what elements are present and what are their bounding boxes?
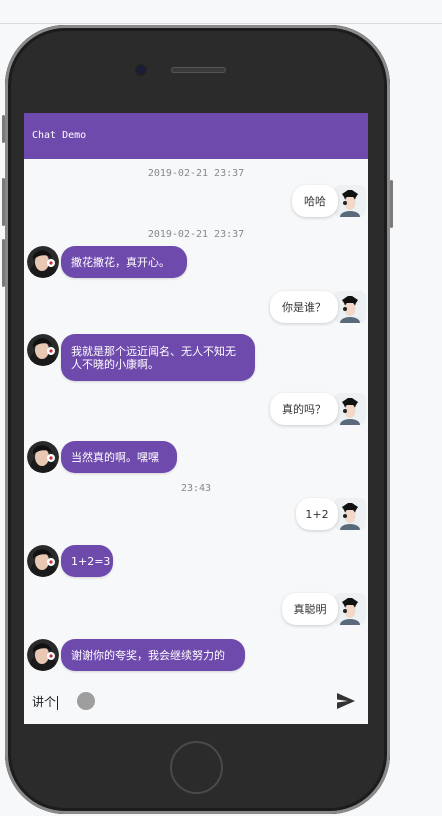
received-message-bubble[interactable]: 当然真的啊。嘿嘿 (61, 441, 177, 473)
phone-volume-up (2, 178, 5, 226)
message-timestamp: 23:43 (180, 483, 212, 494)
received-message-bubble[interactable]: 谢谢你的夸奖，我会继续努力的 (61, 639, 245, 671)
chat-list[interactable]: 2019-02-21 23:37 哈哈 2019-02-21 23:37 撒花撒花… (24, 113, 368, 679)
message-input[interactable]: 讲个 (32, 693, 59, 710)
received-message-bubble[interactable]: 撒花撒花，真开心。 (61, 246, 187, 278)
user-avatar[interactable] (334, 393, 366, 425)
user-avatar[interactable] (334, 291, 366, 323)
text-cursor (57, 695, 59, 710)
earpiece-speaker (171, 67, 226, 73)
sent-message-bubble[interactable]: 1+2 (296, 498, 338, 530)
message-timestamp: 2019-02-21 23:37 (147, 168, 245, 179)
received-message-bubble[interactable]: 1+2=3 (61, 545, 113, 577)
phone-power-button (390, 180, 393, 228)
sent-message-bubble[interactable]: 你是谁？ (270, 291, 338, 323)
sent-message-bubble[interactable]: 真聪明 (282, 593, 338, 625)
bot-avatar[interactable] (27, 334, 59, 366)
send-icon[interactable] (336, 692, 356, 710)
bot-avatar[interactable] (27, 545, 59, 577)
front-camera (137, 66, 145, 74)
bot-avatar[interactable] (27, 441, 59, 473)
bot-avatar[interactable] (27, 639, 59, 671)
message-timestamp: 2019-02-21 23:37 (147, 229, 245, 240)
user-avatar[interactable] (334, 185, 366, 217)
home-button[interactable] (170, 741, 223, 794)
bot-avatar[interactable] (27, 246, 59, 278)
browser-divider (0, 23, 442, 24)
user-avatar[interactable] (334, 593, 366, 625)
record-dot-icon[interactable] (77, 692, 95, 710)
sent-message-bubble[interactable]: 真的吗？ (270, 393, 338, 425)
input-bar: 讲个 (24, 679, 368, 724)
phone-silent-switch (2, 115, 5, 143)
sent-message-bubble[interactable]: 哈哈 (292, 185, 338, 217)
user-avatar[interactable] (334, 498, 366, 530)
phone-volume-down (2, 239, 5, 287)
received-message-bubble[interactable]: 我就是那个远近闻名、无人不知无人不晓的小康啊。 (61, 334, 255, 381)
app-screen: Chat Demo 2019-02-21 23:37 哈哈 2019-02-21 … (24, 113, 368, 724)
